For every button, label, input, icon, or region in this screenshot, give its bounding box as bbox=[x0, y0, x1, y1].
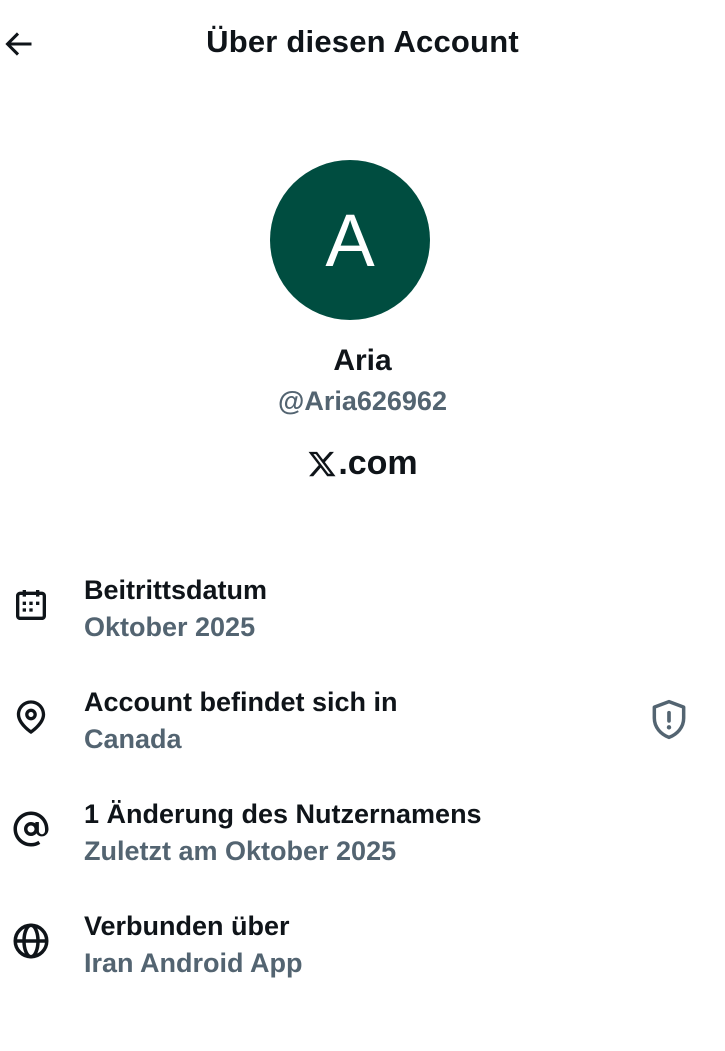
display-name: Aria bbox=[333, 344, 392, 377]
info-row-joined: Beitrittsdatum Oktober 2025 bbox=[0, 572, 725, 662]
username-changes-value: Zuletzt am Oktober 2025 bbox=[84, 836, 397, 866]
calendar-icon bbox=[8, 582, 54, 628]
page-title: Über diesen Account bbox=[206, 24, 519, 59]
connected-via-label: Verbunden über bbox=[84, 911, 290, 941]
info-row-location: Account befindet sich in Canada bbox=[0, 684, 725, 774]
username-changes-label: 1 Änderung des Nutzernamens bbox=[84, 799, 482, 829]
avatar[interactable]: A bbox=[270, 160, 430, 320]
user-handle: @Aria626962 bbox=[278, 386, 447, 416]
location-value: Canada bbox=[84, 724, 182, 754]
site-suffix: .com bbox=[338, 444, 418, 482]
info-row-connected-via: Verbunden über Iran Android App bbox=[0, 908, 725, 998]
globe-icon bbox=[8, 918, 54, 964]
top-bar: Über diesen Account bbox=[0, 0, 725, 90]
info-text-connected-via: Verbunden über Iran Android App bbox=[84, 908, 302, 982]
joined-label: Beitrittsdatum bbox=[84, 575, 268, 605]
about-account-page: Über diesen Account A Aria @Aria626962 .… bbox=[0, 0, 725, 1051]
info-text-username-changes: 1 Änderung des Nutzernamens Zuletzt am O… bbox=[84, 796, 482, 870]
site-label: .com bbox=[0, 444, 725, 483]
info-text-location: Account befindet sich in Canada bbox=[84, 684, 398, 758]
x-logo-icon bbox=[308, 451, 336, 476]
avatar-initial: A bbox=[325, 198, 375, 282]
at-sign-icon bbox=[8, 806, 54, 852]
shield-icon[interactable] bbox=[647, 698, 691, 742]
info-text-joined: Beitrittsdatum Oktober 2025 bbox=[84, 572, 267, 646]
location-pin-icon bbox=[8, 694, 54, 740]
location-label: Account befindet sich in bbox=[84, 687, 398, 717]
joined-value: Oktober 2025 bbox=[84, 612, 256, 642]
info-row-username-changes: 1 Änderung des Nutzernamens Zuletzt am O… bbox=[0, 796, 725, 886]
connected-via-value: Iran Android App bbox=[84, 948, 303, 978]
